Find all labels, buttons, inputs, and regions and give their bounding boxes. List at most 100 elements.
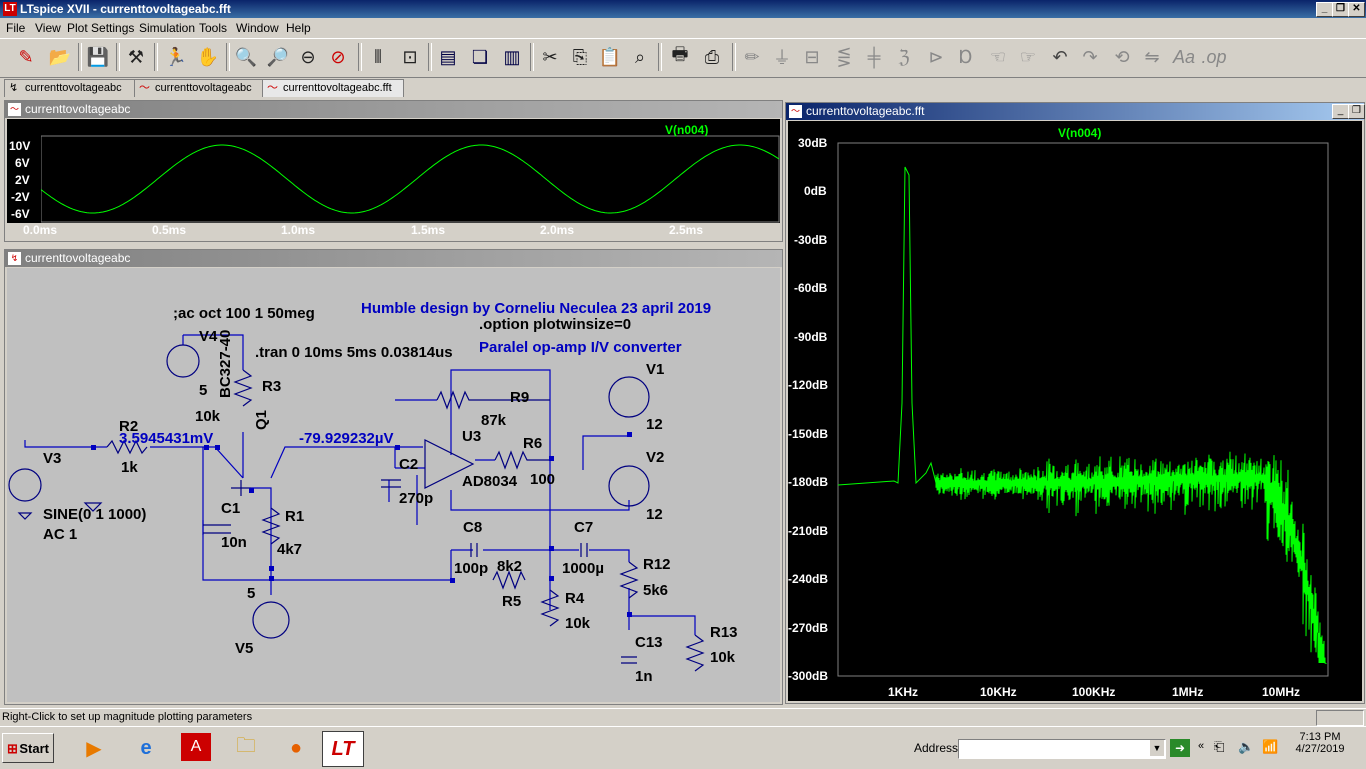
ac-directive[interactable]: ;ac oct 100 1 50meg xyxy=(173,305,315,322)
tab-schematic-2[interactable]: 〜 currenttovoltageabc xyxy=(134,79,266,97)
start-button[interactable]: ⊞ Start xyxy=(2,733,54,763)
v2-value[interactable]: 12 xyxy=(646,506,663,523)
go-arrow-icon[interactable]: ➜ xyxy=(1170,739,1190,757)
menu-window[interactable]: Window xyxy=(236,21,279,35)
capacitor-icon[interactable]: ╪ xyxy=(860,43,888,71)
menu-tools[interactable]: Tools xyxy=(199,21,227,35)
tray-device-icon[interactable]: ⎗ xyxy=(1214,739,1224,755)
tile-vertical-icon[interactable]: ▥ xyxy=(498,43,526,71)
u3-model[interactable]: AD8034 xyxy=(462,473,517,490)
r13-value[interactable]: 10k xyxy=(710,649,735,666)
node-voltage-1[interactable]: 3.5945431mV xyxy=(119,430,213,447)
r1-value[interactable]: 4k7 xyxy=(277,541,302,558)
r3-label[interactable]: R3 xyxy=(262,378,281,395)
c8-value[interactable]: 100p xyxy=(454,560,488,577)
pan-hand-icon[interactable]: ✋ xyxy=(194,43,222,71)
v3-ac[interactable]: AC 1 xyxy=(43,526,77,543)
label-net-icon[interactable]: ⊟ xyxy=(798,43,826,71)
c1-value[interactable]: 10n xyxy=(221,534,247,551)
component-icon[interactable]: Ɒ xyxy=(952,43,980,71)
r12-value[interactable]: 5k6 xyxy=(643,582,668,599)
open-folder-icon[interactable]: 📂 xyxy=(46,43,74,71)
v4-label[interactable]: V4 xyxy=(199,328,217,345)
v4-value[interactable]: 5 xyxy=(199,382,207,399)
v2-label[interactable]: V2 xyxy=(646,449,664,466)
spice-directive-icon[interactable]: .op xyxy=(1200,43,1228,71)
r13-label[interactable]: R13 xyxy=(710,624,738,641)
address-dropdown-icon[interactable]: ▼ xyxy=(1150,740,1164,756)
acrobat-icon[interactable]: A xyxy=(181,733,211,761)
mirror-icon[interactable]: ⇋ xyxy=(1138,43,1166,71)
c2-label[interactable]: C2 xyxy=(399,456,418,473)
run-icon[interactable]: 🏃 xyxy=(162,43,190,71)
time-trace-label[interactable]: V(n004) xyxy=(665,123,708,137)
menu-file[interactable]: File xyxy=(6,21,25,35)
option-directive[interactable]: .option plotwinsize=0 xyxy=(479,316,631,333)
r5-value[interactable]: 8k2 xyxy=(497,558,522,575)
r2-value[interactable]: 1k xyxy=(121,459,138,476)
clock[interactable]: 7:13 PM 4/27/2019 xyxy=(1280,731,1360,765)
restore-button[interactable]: ❐ xyxy=(1332,2,1349,17)
r3-value[interactable]: 10k xyxy=(195,408,220,425)
v5-value[interactable]: 5 xyxy=(247,585,255,602)
print-icon[interactable]: ⎙ xyxy=(698,43,726,71)
zoom-cancel-icon[interactable]: ⊘ xyxy=(324,43,352,71)
zoom-out-icon[interactable]: 🔎 xyxy=(264,43,292,71)
diode-icon[interactable]: ⊳ xyxy=(922,43,950,71)
r4-label[interactable]: R4 xyxy=(565,590,584,607)
tab-fft[interactable]: 〜 currenttovoltageabc.fft xyxy=(262,79,404,97)
text-icon[interactable]: Aa xyxy=(1170,43,1198,71)
tray-expand-icon[interactable]: « xyxy=(1198,740,1204,752)
v1-value[interactable]: 12 xyxy=(646,416,663,433)
resistor-icon[interactable]: ⋚ xyxy=(830,43,858,71)
network-icon[interactable]: 📶 xyxy=(1262,739,1278,755)
r6-label[interactable]: R6 xyxy=(523,435,542,452)
address-input[interactable] xyxy=(958,739,1166,759)
tile-horizontal-icon[interactable]: ▤ xyxy=(434,43,462,71)
title-comment[interactable]: Humble design by Corneliu Neculea 23 apr… xyxy=(361,300,711,317)
zoom-in-icon[interactable]: 🔍 xyxy=(232,43,260,71)
find-binoculars-icon[interactable]: ⌕ xyxy=(626,43,654,71)
c13-value[interactable]: 1n xyxy=(635,668,653,685)
c7-label[interactable]: C7 xyxy=(574,519,593,536)
r5-label[interactable]: R5 xyxy=(502,593,521,610)
v3-sine[interactable]: SINE(0 1 1000) xyxy=(43,506,146,523)
q1-label[interactable]: Q1 xyxy=(253,410,270,430)
v1-label[interactable]: V1 xyxy=(646,361,664,378)
c13-label[interactable]: C13 xyxy=(635,634,663,651)
node-voltage-2[interactable]: -79.929232µV xyxy=(299,430,394,447)
cascade-icon[interactable]: ❏ xyxy=(466,43,494,71)
copy-icon[interactable]: ⎘ xyxy=(566,43,594,71)
paralel-comment[interactable]: Paralel op-amp I/V converter xyxy=(479,339,682,356)
autorange-icon[interactable]: ⫴ xyxy=(364,43,392,71)
draw-wire-icon[interactable]: ✏ xyxy=(738,43,766,71)
move-hand-icon[interactable]: ☜ xyxy=(984,43,1012,71)
menu-help[interactable]: Help xyxy=(286,21,311,35)
media-player-icon[interactable]: ▶ xyxy=(74,731,114,765)
inductor-icon[interactable]: ℨ xyxy=(890,43,918,71)
tab-schematic-1[interactable]: ↯ currenttovoltageabc xyxy=(4,79,138,97)
tran-directive[interactable]: .tran 0 10ms 5ms 0.03814us xyxy=(255,344,453,361)
minimize-button[interactable]: _ xyxy=(1316,2,1333,17)
rotate-icon[interactable]: ⟲ xyxy=(1108,43,1136,71)
undo-icon[interactable]: ↶ xyxy=(1046,43,1074,71)
q1-model[interactable]: BC327-40 xyxy=(217,330,234,398)
r12-label[interactable]: R12 xyxy=(643,556,671,573)
ltspice-taskbar-icon[interactable]: LT xyxy=(322,731,364,767)
r6-value[interactable]: 100 xyxy=(530,471,555,488)
v5-label[interactable]: V5 xyxy=(235,640,253,657)
new-schematic-icon[interactable]: ✎ xyxy=(12,43,40,71)
zoom-fit-icon[interactable]: ⊖ xyxy=(294,43,322,71)
r9-label[interactable]: R9 xyxy=(510,389,529,406)
c8-label[interactable]: C8 xyxy=(463,519,482,536)
redo-icon[interactable]: ↷ xyxy=(1076,43,1104,71)
volume-icon[interactable]: 🔈 xyxy=(1238,739,1254,755)
firefox-icon[interactable]: ● xyxy=(276,731,316,765)
menu-view[interactable]: View xyxy=(35,21,61,35)
internet-explorer-icon[interactable]: e xyxy=(126,731,166,765)
u3-label[interactable]: U3 xyxy=(462,428,481,445)
r9-value[interactable]: 87k xyxy=(481,412,506,429)
drag-hand-icon[interactable]: ☞ xyxy=(1014,43,1042,71)
ground-icon[interactable]: ⏚ xyxy=(768,43,796,71)
v3-label[interactable]: V3 xyxy=(43,450,61,467)
